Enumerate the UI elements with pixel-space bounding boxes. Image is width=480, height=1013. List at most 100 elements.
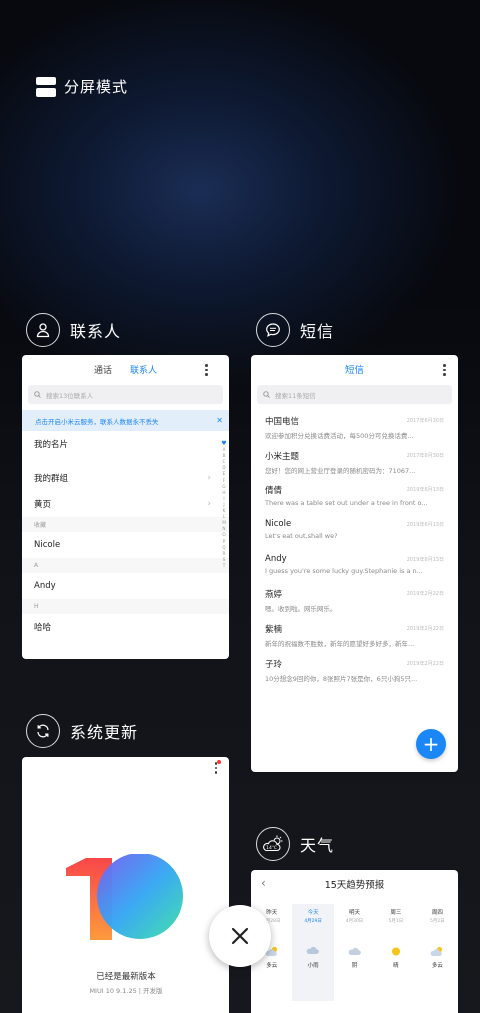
sms-thread-item[interactable]: Andy 2019年6月13日 I guess you're some lucky … (251, 549, 458, 584)
contacts-list: 我的名片 我的群组 › 黄页 › 收藏 Nicole A Andy H 哈哈 (22, 431, 229, 640)
search-icon (263, 391, 270, 398)
chevron-right-icon: › (207, 499, 211, 509)
update-app-title: 系统更新 (70, 723, 139, 742)
sms-thread-item[interactable]: 倩倩 2019年6月13日 There was a table set out un… (251, 479, 458, 514)
sms-app-header: 短信 (256, 313, 334, 347)
contact-row-label: 我的群组 (34, 474, 69, 484)
forecast-condition: 小雨 (307, 963, 319, 969)
sms-app-title: 短信 (300, 322, 335, 341)
close-icon[interactable]: ✕ (216, 416, 223, 425)
sms-preview: I guess you're some lucky guy.Stephanie … (265, 566, 423, 575)
tab-calls[interactable]: 通话 (94, 363, 112, 376)
contact-row-label: 黄页 (34, 500, 52, 510)
forecast-day-name: 明天 (349, 910, 361, 916)
contact-row-label: Nicole (34, 540, 61, 550)
more-menu-icon[interactable] (214, 762, 217, 776)
sms-thread-item[interactable]: 燕婷 2019年2月22日 嗯。收到啦。网乐网乐。 (251, 583, 458, 618)
forecast-day[interactable]: 周三 5月1日晴 (375, 904, 416, 1001)
contact-row[interactable]: Nicole (22, 532, 229, 558)
contact-row[interactable]: 我的名片 (22, 431, 229, 457)
contact-row[interactable]: 哈哈 (22, 614, 229, 640)
svg-text:14℃: 14℃ (266, 845, 277, 851)
forecast-day[interactable]: 周四 5月2日多云 (417, 904, 458, 1001)
contact-row-label: 我的名片 (34, 440, 69, 450)
contacts-app-header: 联系人 (26, 313, 121, 347)
weather-header-title: 15天趋势预报 (324, 880, 385, 891)
forecast-day[interactable]: 今天 4月29日小雨 (292, 904, 334, 1001)
forecast-day-date: 4月29日 (304, 919, 322, 924)
section-header: A (22, 558, 229, 573)
contacts-search-placeholder: 搜索13位联系人 (46, 391, 94, 400)
contacts-tabs: 通话 联系人 (22, 355, 229, 383)
sun-icon (375, 946, 416, 958)
split-screen-label: 分屏模式 (64, 78, 129, 96)
weather-header: ‹ 15天趋势预报 (251, 870, 458, 898)
split-screen-icon (36, 76, 56, 97)
sms-thread-item[interactable]: 中国电信 2017年6月30日 欢迎参加积分兑换话费活动，每500分可兑换话费... (251, 410, 458, 445)
sms-preview: 嗯。收到啦。网乐网乐。 (265, 605, 337, 614)
forecast-condition: 多云 (431, 963, 443, 969)
sms-date: 2019年2月22日 (406, 591, 444, 598)
sms-date: 2019年6月13日 (406, 522, 444, 529)
sms-search-input[interactable]: 搜索11条短信 (257, 385, 452, 404)
sms-preview: 10分想念9回的你，8张照片7张是你，6只小狗5只... (265, 674, 418, 683)
cloud-icon (334, 946, 375, 958)
sms-header-title: 短信 (344, 365, 364, 376)
update-app-header: 系统更新 (26, 714, 138, 748)
close-all-button[interactable] (209, 905, 271, 967)
split-screen-button[interactable]: 分屏模式 (36, 76, 128, 97)
notification-dot (217, 760, 221, 764)
update-app-card[interactable]: 已经是最新版本 MIUI 10 9.1.25 | 开发版 (22, 757, 229, 1013)
alphabet-index[interactable]: ♥ A B C D E F G H I J K L M N O P Q R S T (221, 440, 227, 569)
contacts-app-title: 联系人 (70, 322, 122, 341)
search-icon (34, 391, 41, 398)
more-menu-icon[interactable] (443, 364, 446, 376)
more-menu-icon[interactable] (205, 364, 208, 376)
forecast-day-name: 周三 (390, 910, 402, 916)
forecast-day-name: 周四 (431, 910, 443, 916)
forecast-day-date: 5月2日 (429, 919, 445, 924)
contact-row-label: 哈哈 (34, 623, 52, 633)
forecast-day-date: 5月1日 (388, 919, 404, 924)
sms-preview: 欢迎参加积分兑换话费活动，每500分可兑换话费... (265, 432, 414, 440)
section-header: 收藏 (22, 517, 229, 532)
update-version: MIUI 10 9.1.25 | 开发版 (89, 987, 163, 995)
refresh-cycle-icon (26, 714, 60, 748)
contact-row[interactable]: 黄页 › (22, 491, 229, 517)
sms-search-placeholder: 搜索11条短信 (275, 391, 316, 400)
sms-preview: Let's eat out,shall we? (265, 532, 338, 541)
sms-date: 2019年6月13日 (406, 556, 444, 563)
sms-date: 2019年6月13日 (406, 487, 444, 494)
forecast-condition: 阴 (351, 963, 358, 969)
weather-sun-cloud-icon: 14℃ (256, 827, 290, 861)
sms-app-card[interactable]: 短信 搜索11条短信 中国电信 2017年6月30日 欢迎参加积分兑换话费活动，每5… (251, 355, 458, 772)
compose-button[interactable]: + (416, 729, 446, 759)
sms-thread-item[interactable]: Nicole 2019年6月13日 Let's eat out,shall we? (251, 514, 458, 549)
cloud-sync-notice-text: 点击开启小米云服务，联系人数据永不丢失 (35, 417, 159, 426)
alphabet-index-letter[interactable]: T (223, 563, 226, 569)
sms-list: 中国电信 2017年6月30日 欢迎参加积分兑换话费活动，每500分可兑换话费...… (251, 410, 458, 688)
sms-preview: 您好！您的网上营业厅登录的随机密码为：71067... (265, 466, 416, 475)
sms-thread-item[interactable]: 小米主题 2017年6月30日 您好！您的网上营业厅登录的随机密码为：71067..… (251, 445, 458, 480)
sms-date: 2017年6月30日 (406, 418, 444, 424)
tab-contacts[interactable]: 联系人 (130, 363, 157, 376)
contact-row[interactable]: Andy (22, 573, 229, 599)
sms-preview: 新年的祝福数不胜数，新年的愿望好多好多，新年... (265, 640, 415, 649)
sms-header: 短信 (251, 355, 458, 383)
contacts-search-input[interactable]: 搜索13位联系人 (28, 385, 223, 404)
contacts-app-card[interactable]: 通话 联系人 搜索13位联系人 点击开启小米云服务，联系人数据永不丢失 ✕ 我的… (22, 355, 229, 659)
section-header: H (22, 599, 229, 614)
cloud-sync-notice[interactable]: 点击开启小米云服务，联系人数据永不丢失 ✕ (22, 410, 229, 431)
miui-10-logo (66, 854, 183, 940)
sms-thread-item[interactable]: 紫楠 2019年2月22日 新年的祝福数不胜数，新年的愿望好多好多，新年... (251, 618, 458, 653)
weather-app-header: 14℃ 天气 (256, 827, 334, 861)
back-arrow-icon[interactable]: ‹ (261, 876, 266, 890)
sms-preview: There was a table set out under a tree i… (265, 499, 428, 508)
forecast-day[interactable]: 明天 4月30日阴 (334, 904, 375, 1001)
forecast-day-name: 今天 (307, 910, 319, 916)
forecast-days: 昨天 4月28日 多云 今天 4月29日 小雨 明天 4月30日阴周三 5月1日晴周四 5月2日多… (251, 904, 458, 1001)
sms-thread-item[interactable]: 子玲 2019年2月22日 10分想念9回的你，8张照片7张是你，6只小狗5只... (251, 653, 458, 688)
contact-row[interactable]: 我的群组 › (22, 465, 229, 491)
weather-app-card[interactable]: ‹ 15天趋势预报 昨天 4月28日 多云 今天 4月29日 小雨 明天 4月30日阴周三 5月… (251, 870, 458, 1013)
cloud-rain-icon (292, 946, 333, 958)
